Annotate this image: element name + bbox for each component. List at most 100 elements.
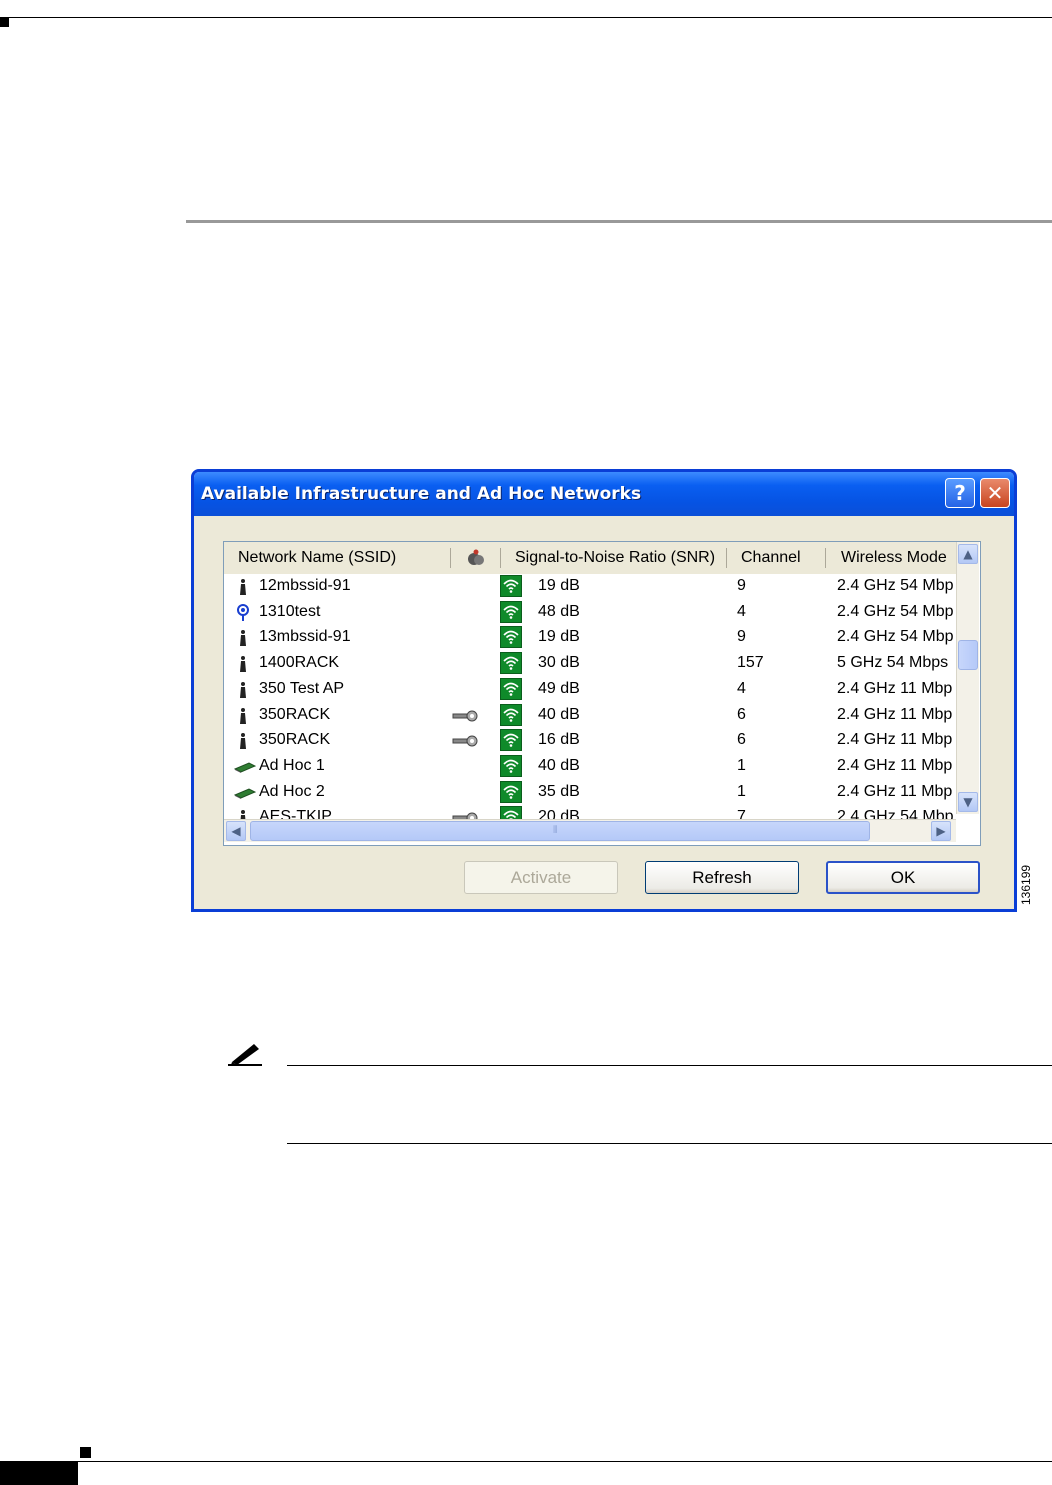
network-row[interactable]: 350RACK 16 dB 6 2.4 GHz 11 Mbp <box>224 728 958 754</box>
scroll-left-button[interactable]: ◀ <box>226 821 246 841</box>
channel-value: 1 <box>737 756 746 774</box>
network-row[interactable]: 13mbssid-91 19 dB 9 2.4 GHz 54 Mbp <box>224 625 958 651</box>
column-separator <box>825 548 826 568</box>
network-row[interactable]: 350 Test AP 49 dB 4 2.4 GHz 11 Mbp <box>224 677 958 703</box>
channel-value: 6 <box>737 731 746 749</box>
wireless-mode-value: 2.4 GHz 54 Mbp <box>837 602 954 620</box>
close-button[interactable]: ✕ <box>980 478 1010 508</box>
channel-value: 4 <box>737 602 746 620</box>
network-name: 350RACK <box>259 731 331 749</box>
channel-value: 1 <box>737 782 746 800</box>
wireless-mode-value: 5 GHz 54 Mbps <box>837 654 949 672</box>
channel-value: 9 <box>737 628 746 646</box>
snr-value: 40 dB <box>538 756 580 774</box>
access-point-icon <box>234 707 252 725</box>
network-name: 350 Test AP <box>259 679 345 697</box>
network-row[interactable]: Ad Hoc 1 40 dB 1 2.4 GHz 11 Mbp <box>224 754 958 780</box>
snr-value: 19 dB <box>538 577 580 594</box>
refresh-button[interactable]: Refresh <box>645 861 799 894</box>
signal-strength-icon <box>500 575 522 597</box>
ad-hoc-card-icon <box>233 784 257 802</box>
networks-list[interactable]: Network Name (SSID) Signal-to-Noise Rati… <box>223 541 981 846</box>
snr-value: 40 dB <box>538 705 580 723</box>
wireless-mode-value: 2.4 GHz 54 Mbp <box>837 628 954 646</box>
footer-rule <box>0 1461 1052 1462</box>
dialog-title: Available Infrastructure and Ad Hoc Netw… <box>201 484 642 504</box>
channel-value: 157 <box>737 654 764 672</box>
horizontal-scroll-thumb[interactable]: ⦀ <box>250 821 870 841</box>
network-name: 350RACK <box>259 705 331 723</box>
wireless-mode-value: 2.4 GHz 11 Mbp <box>837 782 953 800</box>
access-point-icon <box>234 578 252 596</box>
figure-number: 136199 <box>1019 864 1033 905</box>
available-networks-dialog: Available Infrastructure and Ad Hoc Netw… <box>191 469 1017 912</box>
wireless-mode-value: 2.4 GHz 11 Mbp <box>837 731 953 749</box>
access-point-icon <box>234 629 252 647</box>
list-header: Network Name (SSID) Signal-to-Noise Rati… <box>224 542 958 574</box>
access-point-icon <box>234 732 252 750</box>
signal-strength-icon <box>500 652 522 675</box>
wireless-mode-value: 2.4 GHz 54 Mbp <box>837 577 954 594</box>
channel-value: 9 <box>737 577 746 594</box>
key-icon <box>452 734 480 753</box>
signal-strength-icon <box>500 600 522 623</box>
wireless-mode-value: 2.4 GHz 11 Mbp <box>837 679 953 697</box>
network-name: 1310test <box>259 602 321 620</box>
dialog-titlebar: Available Infrastructure and Ad Hoc Netw… <box>194 472 1014 516</box>
wireless-mode-value: 2.4 GHz 11 Mbp <box>837 705 953 723</box>
wireless-bridge-icon <box>234 603 252 622</box>
column-header-snr[interactable]: Signal-to-Noise Ratio (SNR) <box>515 549 715 567</box>
snr-value: 16 dB <box>538 731 580 749</box>
scroll-down-button[interactable]: ▼ <box>958 792 978 812</box>
network-row[interactable]: 12mbssid-91 19 dB 9 2.4 GHz 54 Mbp <box>224 574 958 600</box>
vertical-scroll-thumb[interactable] <box>958 640 978 670</box>
scroll-up-button[interactable]: ▲ <box>958 544 978 564</box>
network-row[interactable]: 1310test 48 dB 4 2.4 GHz 54 Mbp <box>224 600 958 626</box>
network-name: Ad Hoc 2 <box>259 782 325 800</box>
activate-button[interactable]: Activate <box>464 861 618 894</box>
network-name: 1400RACK <box>259 654 340 672</box>
column-header-channel[interactable]: Channel <box>741 549 801 567</box>
signal-strength-icon <box>500 626 522 649</box>
column-header-network-name[interactable]: Network Name (SSID) <box>238 549 396 567</box>
signal-strength-icon <box>500 780 522 803</box>
snr-value: 49 dB <box>538 679 580 697</box>
security-column-icon[interactable] <box>466 548 486 568</box>
section-divider <box>186 220 1052 223</box>
scroll-grip-icon: ⦀ <box>553 825 558 836</box>
column-header-wireless-mode[interactable]: Wireless Mode <box>841 549 947 567</box>
network-row[interactable]: Ad Hoc 2 35 dB 1 2.4 GHz 11 Mbp <box>224 780 958 806</box>
signal-strength-icon <box>500 754 522 777</box>
help-button[interactable]: ? <box>945 478 975 508</box>
column-separator <box>726 548 727 568</box>
access-point-icon <box>234 655 252 673</box>
channel-value: 6 <box>737 705 746 723</box>
network-name: Ad Hoc 1 <box>259 756 325 774</box>
network-row[interactable]: 350RACK 40 dB 6 2.4 GHz 11 Mbp <box>224 703 958 729</box>
column-separator <box>450 548 451 568</box>
signal-strength-icon <box>500 729 522 752</box>
note-bottom-rule <box>287 1143 1052 1144</box>
key-icon <box>452 709 480 728</box>
note-pencil-icon <box>228 1044 262 1066</box>
snr-value: 35 dB <box>538 782 580 800</box>
scroll-right-button[interactable]: ▶ <box>931 821 951 841</box>
network-name: 13mbssid-91 <box>259 628 351 646</box>
page-top-rule <box>0 17 1052 18</box>
network-name: 12mbssid-91 <box>259 577 351 594</box>
ok-button[interactable]: OK <box>826 861 980 894</box>
network-row[interactable]: 1400RACK 30 dB 157 5 GHz 54 Mbps <box>224 651 958 677</box>
snr-value: 30 dB <box>538 654 580 672</box>
vertical-scrollbar[interactable]: ▲ ▼ <box>956 542 979 814</box>
footer-mark <box>80 1447 91 1458</box>
access-point-icon <box>234 681 252 699</box>
wireless-mode-value: 2.4 GHz 11 Mbp <box>837 756 953 774</box>
horizontal-scrollbar[interactable]: ◀ ⦀ ▶ <box>224 819 956 842</box>
ad-hoc-card-icon <box>233 758 257 776</box>
page-corner-mark <box>0 18 9 27</box>
note-top-rule <box>287 1065 1052 1066</box>
snr-value: 19 dB <box>538 628 580 646</box>
snr-value: 48 dB <box>538 602 580 620</box>
signal-strength-icon <box>500 677 522 700</box>
footer-page-tab <box>0 1462 78 1485</box>
